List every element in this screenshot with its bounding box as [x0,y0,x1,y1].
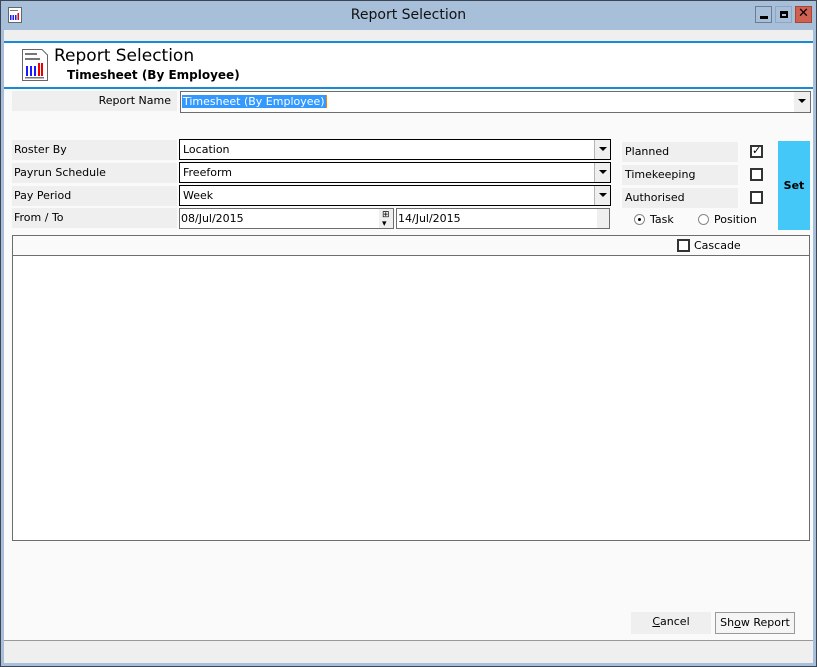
cancel-label-accel: C [652,615,661,628]
close-button[interactable]: ✕ [795,6,812,23]
cascade-checkbox[interactable] [677,239,690,252]
payrun-schedule-combo[interactable]: Freeform [179,162,611,183]
page-header: Report Selection Timesheet (By Employee) [4,41,813,89]
show-label-post: w Report [740,616,790,629]
show-report-button[interactable]: Show Report [715,612,795,634]
report-name-combo[interactable]: Timesheet (By Employee) [180,91,811,113]
minimize-button[interactable] [755,6,772,23]
pay-period-combo[interactable]: Week [179,185,611,206]
chevron-down-icon[interactable] [594,163,610,182]
page-subtitle: Timesheet (By Employee) [67,68,240,82]
to-date-field[interactable]: 14/Jul/2015 [396,208,610,229]
maximize-button[interactable] [775,6,792,23]
payrun-schedule-label: Payrun Schedule [12,163,177,183]
payrun-schedule-value: Freeform [183,166,232,179]
roster-by-combo[interactable]: Location [179,139,611,160]
title-bar[interactable]: Report Selection ✕ [1,1,816,30]
calendar-spin-icon: ⊞ ▾ [382,210,390,229]
authorised-label: Authorised [622,188,738,208]
show-label-pre: Sh [720,616,735,629]
task-radio[interactable] [634,214,645,225]
pay-period-value: Week [183,189,214,202]
task-radio-label[interactable]: Task [650,213,674,226]
chevron-down-icon[interactable] [594,186,610,205]
position-radio[interactable] [698,214,709,225]
authorised-checkbox[interactable] [750,191,763,204]
cancel-label-post: ancel [660,615,690,628]
chevron-down-icon[interactable] [794,92,810,112]
roster-by-label: Roster By [12,140,177,160]
from-date-field[interactable]: 08/Jul/2015 ⊞ ▾ [179,208,394,229]
set-button[interactable]: Set [778,141,810,230]
selection-tree-panel: Cascade [12,235,810,541]
page-title: Report Selection [54,46,195,66]
position-radio-label[interactable]: Position [714,213,757,226]
cascade-label[interactable]: Cascade [694,239,741,252]
cancel-button[interactable]: Cancel [631,612,711,634]
chevron-down-icon[interactable] [594,140,610,159]
close-icon: ✕ [798,6,809,21]
date-picker-button[interactable]: ⊞ ▾ [379,209,393,229]
report-name-value: Timesheet (By Employee) [182,95,327,108]
timekeeping-label: Timekeeping [622,165,738,185]
checkmark-icon: ✓ [752,144,762,157]
report-chart-icon [22,49,48,81]
timekeeping-checkbox[interactable] [750,168,763,181]
from-date-value: 08/Jul/2015 [181,212,244,225]
tree-body[interactable] [13,257,809,540]
toolbar-strip [4,30,813,41]
window-title: Report Selection [350,7,467,23]
from-to-label: From / To [12,208,177,228]
report-selection-window: Report Selection ✕ Report Selection Time… [0,0,817,667]
client-area: Report Selection Timesheet (By Employee)… [4,30,813,663]
roster-by-value: Location [183,143,230,156]
to-date-spacer [597,209,609,228]
tree-header: Cascade [13,236,809,256]
pay-period-label: Pay Period [12,186,177,206]
status-bar [4,640,813,663]
planned-label: Planned [622,142,738,162]
show-label-accel: o [734,616,741,629]
to-date-value: 14/Jul/2015 [398,212,461,225]
report-name-label: Report Name [12,91,177,111]
planned-checkbox[interactable]: ✓ [750,144,763,158]
